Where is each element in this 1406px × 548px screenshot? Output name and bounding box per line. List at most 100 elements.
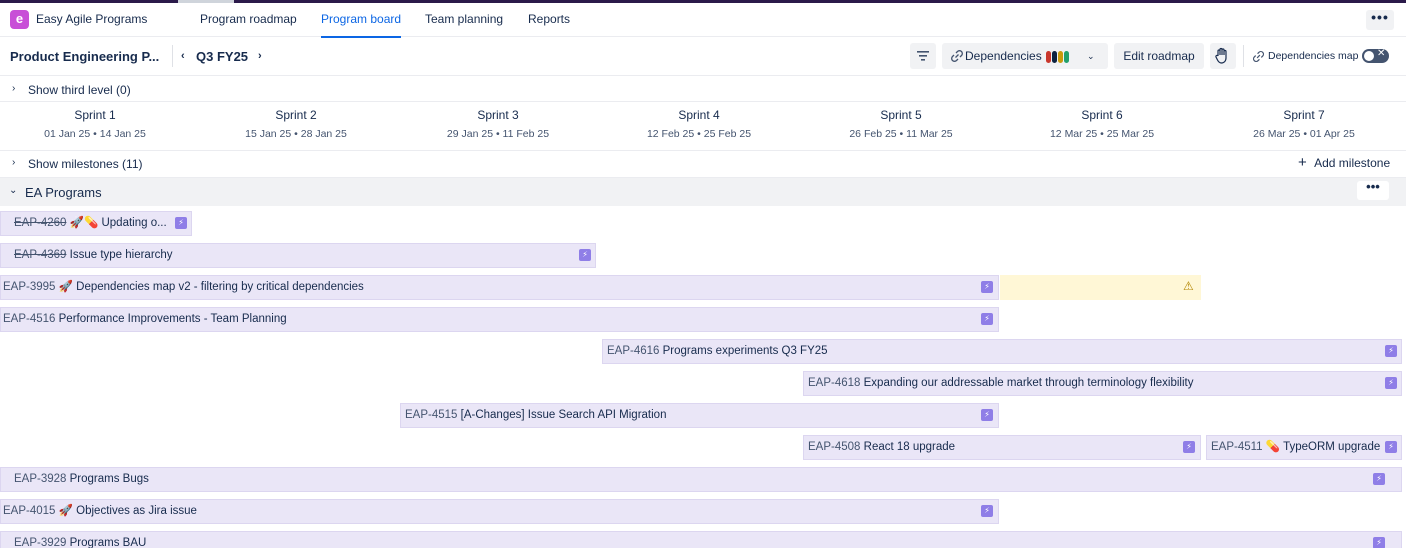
group-more-icon[interactable]: •••: [1357, 180, 1389, 200]
issue-key: EAP-3995: [3, 281, 56, 293]
hand-icon: [1215, 47, 1227, 64]
close-icon: ✕: [1377, 48, 1386, 59]
issue-title: Performance Improvements - Team Planning: [58, 313, 287, 325]
issue-bar[interactable]: EAP-4260 🚀💊 Updating o... ⚡: [0, 211, 192, 236]
issue-key: EAP-4015: [3, 505, 56, 517]
sprint-column: Sprint 6 12 Mar 25 • 25 Mar 25: [1007, 108, 1197, 140]
epic-icon: ⚡: [1373, 537, 1385, 548]
issue-key: EAP-4516: [3, 313, 56, 325]
third-level-label: Show third level (0): [28, 83, 131, 97]
tab-program-board[interactable]: Program board: [321, 12, 402, 38]
issue-title: [A-Changes] Issue Search API Migration: [460, 409, 667, 421]
dependencies-label: Dependencies: [965, 49, 1042, 63]
sprint-column: Sprint 5 26 Feb 25 • 11 Mar 25: [806, 108, 996, 140]
sprint-dates: 15 Jan 25 • 28 Jan 25: [245, 128, 347, 140]
chevron-left-icon[interactable]: ‹: [181, 50, 185, 62]
epic-icon: ⚡: [1385, 441, 1397, 453]
app-name: Easy Agile Programs: [36, 12, 148, 26]
epic-icon: ⚡: [1385, 377, 1397, 389]
issue-title: Programs BAU: [69, 537, 147, 548]
dependencies-map-link-icon: [1252, 50, 1265, 63]
issue-bar[interactable]: EAP-4369 Issue type hierarchy ⚡: [0, 243, 596, 268]
epic-icon: ⚡: [579, 249, 591, 261]
epic-icon: ⚡: [981, 313, 993, 325]
dependencies-map-toggle[interactable]: ✕: [1362, 48, 1389, 63]
epic-icon: ⚡: [981, 409, 993, 421]
sprint-name: Sprint 2: [275, 108, 317, 122]
issue-bar[interactable]: EAP-3929 Programs BAU ⚡: [0, 531, 1402, 548]
sprint-name: Sprint 7: [1283, 108, 1325, 122]
toolbar-divider: [172, 45, 173, 67]
issue-bar[interactable]: EAP-4616 Programs experiments Q3 FY25 ⚡: [602, 339, 1402, 364]
issue-bar[interactable]: EAP-4516 Performance Improvements - Team…: [0, 307, 999, 332]
epic-icon: ⚡: [981, 281, 993, 293]
toggle-knob: [1364, 51, 1374, 61]
chevron-right-icon[interactable]: ›: [258, 50, 262, 62]
epic-icon: ⚡: [1373, 473, 1385, 485]
issue-key: EAP-3929: [14, 537, 67, 548]
sprint-dates: 12 Mar 25 • 25 Mar 25: [1049, 128, 1155, 140]
issue-key: EAP-4260: [14, 217, 67, 229]
milestones-label: Show milestones (11): [28, 157, 143, 171]
issue-bar[interactable]: EAP-4511 💊 TypeORM upgrade ⚡: [1206, 435, 1402, 460]
issue-bar[interactable]: EAP-4618 Expanding our addressable marke…: [803, 371, 1402, 396]
sprint-dates: 01 Jan 25 • 14 Jan 25: [44, 128, 146, 140]
epic-icon: ⚡: [1385, 345, 1397, 357]
sprint-dates: 12 Feb 25 • 25 Feb 25: [646, 128, 752, 140]
third-level-toggle[interactable]: › Show third level (0): [0, 76, 1406, 102]
issue-title: 💊 TypeORM upgrade: [1265, 441, 1381, 453]
issue-bar[interactable]: EAP-4015 🚀 Objectives as Jira issue ⚡: [0, 499, 999, 524]
issue-key: EAP-4616: [607, 345, 660, 357]
sprint-column: Sprint 7 26 Mar 25 • 01 Apr 25: [1209, 108, 1399, 140]
chevron-down-icon: ⌄: [1087, 51, 1095, 61]
issue-title: Expanding our addressable market through…: [863, 377, 1194, 389]
epic-icon: ⚡: [1183, 441, 1195, 453]
tab-team-planning[interactable]: Team planning: [425, 12, 503, 26]
issue-key: EAP-4508: [808, 441, 861, 453]
group-name: EA Programs: [25, 185, 102, 200]
period-label: Q3 FY25: [196, 49, 249, 64]
milestones-toggle[interactable]: › Show milestones (11) + Add milestone: [0, 151, 1406, 178]
filter-icon: [917, 51, 929, 61]
sprint-name: Sprint 1: [74, 108, 116, 122]
dependency-color-dot: [1058, 50, 1063, 63]
issue-title: 🚀💊 Updating o...: [69, 217, 167, 229]
dependency-color-dot: [1046, 50, 1051, 63]
sprint-name: Sprint 5: [880, 108, 922, 122]
issue-title: Issue type hierarchy: [69, 249, 173, 261]
edit-roadmap-button[interactable]: Edit roadmap: [1114, 43, 1204, 69]
warning-icon: ⚠: [1183, 279, 1194, 293]
dependencies-button[interactable]: Dependencies ⌄: [942, 43, 1108, 69]
issue-bar[interactable]: EAP-4508 React 18 upgrade ⚡: [803, 435, 1201, 460]
filter-button[interactable]: [910, 43, 936, 69]
dependency-color-dot: [1052, 50, 1057, 63]
add-milestone-button[interactable]: + Add milestone: [1298, 155, 1390, 170]
group-header[interactable]: ⌄ EA Programs •••: [0, 178, 1406, 206]
dependency-warning-cell[interactable]: ⚠: [1000, 275, 1201, 300]
sprint-dates: 26 Feb 25 • 11 Mar 25: [849, 128, 953, 140]
app-logo-icon[interactable]: e: [10, 10, 29, 29]
issue-title: Programs Bugs: [69, 473, 149, 485]
board-toolbar: Product Engineering P... ‹ Q3 FY25 › Dep…: [0, 37, 1406, 76]
issue-bar[interactable]: EAP-3995 🚀 Dependencies map v2 - filteri…: [0, 275, 999, 300]
issue-title: 🚀 Dependencies map v2 - filtering by cri…: [58, 281, 364, 293]
tab-program-roadmap[interactable]: Program roadmap: [200, 12, 297, 26]
issue-key: EAP-4511: [1211, 441, 1263, 453]
issue-bar[interactable]: EAP-4515 [A-Changes] Issue Search API Mi…: [400, 403, 999, 428]
issue-key: EAP-4515: [405, 409, 458, 421]
more-options-icon[interactable]: •••: [1366, 10, 1394, 30]
dependency-color-dot: [1064, 50, 1069, 63]
hand-tool-button[interactable]: [1210, 43, 1236, 69]
dependencies-map-label: Dependencies map: [1268, 50, 1359, 62]
epic-icon: ⚡: [175, 217, 187, 229]
epic-icon: ⚡: [981, 505, 993, 517]
tab-reports[interactable]: Reports: [528, 12, 570, 26]
issue-bar[interactable]: EAP-3928 Programs Bugs ⚡: [0, 467, 1402, 492]
sprint-dates: 29 Jan 25 • 11 Feb 25: [446, 128, 550, 140]
sprint-dates: 26 Mar 25 • 01 Apr 25: [1253, 128, 1355, 140]
program-name[interactable]: Product Engineering P...: [10, 49, 159, 64]
sprint-column: Sprint 2 15 Jan 25 • 28 Jan 25: [201, 108, 391, 140]
sprint-name: Sprint 6: [1081, 108, 1123, 122]
issue-title: Programs experiments Q3 FY25: [662, 345, 828, 357]
sprint-column: Sprint 3 29 Jan 25 • 11 Feb 25: [403, 108, 593, 140]
